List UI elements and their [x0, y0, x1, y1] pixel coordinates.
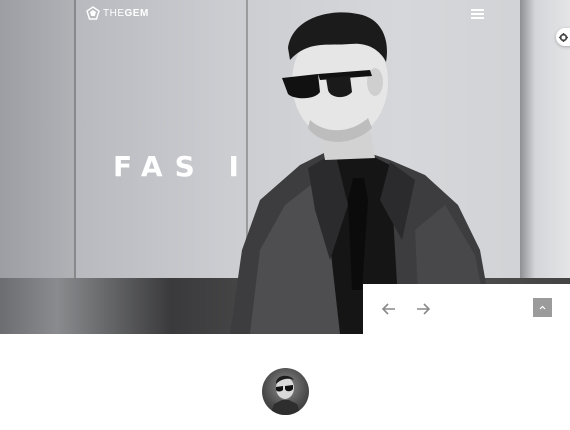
logo-text: THEGEM [103, 8, 149, 19]
next-slide-button[interactable] [414, 300, 432, 318]
gear-icon [559, 32, 568, 42]
logo-text-suffix: GEM [124, 7, 149, 19]
arrow-left-icon [381, 303, 395, 315]
avatar [262, 368, 309, 415]
chevron-up-icon [539, 305, 546, 310]
settings-button[interactable] [556, 28, 570, 46]
hamburger-menu-icon [468, 9, 486, 19]
menu-button[interactable] [468, 7, 486, 21]
previous-slide-button[interactable] [380, 300, 398, 318]
avatar-portrait-image [270, 375, 301, 415]
slider-navigation [363, 284, 570, 334]
gem-logo-icon [86, 6, 100, 20]
hero-title: FAS I [113, 150, 251, 183]
logo-text-prefix: THE [103, 7, 125, 19]
scroll-to-top-button[interactable] [533, 298, 552, 317]
wall-seam [74, 0, 76, 278]
background-wall-left [0, 0, 76, 278]
arrow-right-icon [417, 303, 431, 315]
site-logo[interactable]: THEGEM [86, 6, 149, 20]
